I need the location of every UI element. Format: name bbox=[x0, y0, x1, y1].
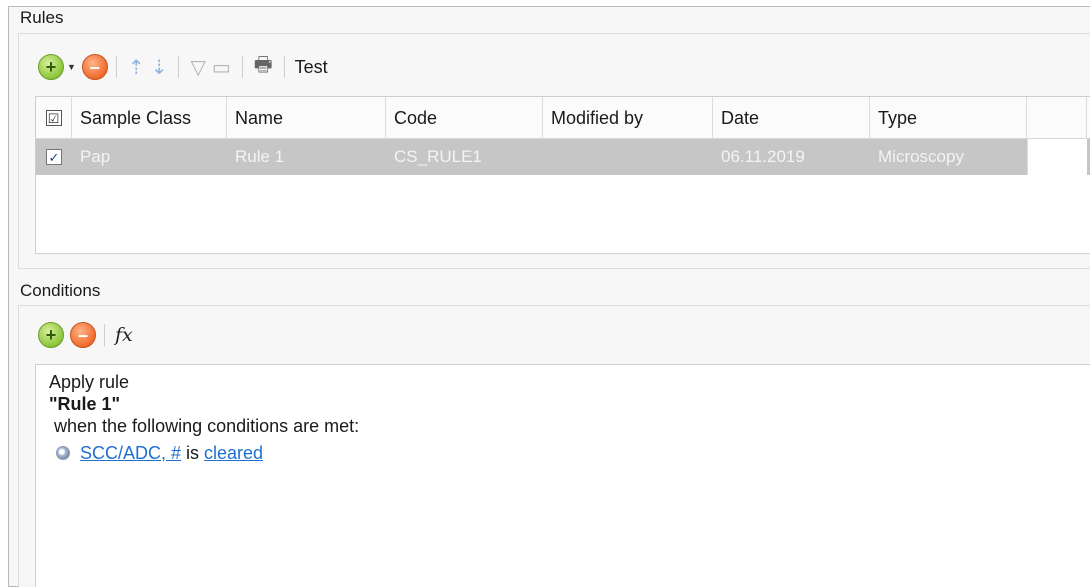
cell-name: Rule 1 bbox=[235, 147, 285, 166]
table-row[interactable]: ✓ Pap Rule 1 CS_RULE1 06.11.2019 Microsc… bbox=[36, 139, 1090, 175]
rules-title: Rules bbox=[20, 8, 64, 27]
column-header-sample-class[interactable]: Sample Class bbox=[72, 97, 227, 139]
column-header-filler bbox=[1027, 97, 1087, 139]
select-all-checkbox[interactable]: ☑ bbox=[45, 110, 62, 126]
remove-condition-icon[interactable]: – bbox=[70, 322, 96, 348]
column-header-date[interactable]: Date bbox=[713, 97, 870, 139]
column-header-modified-by[interactable]: Modified by bbox=[543, 97, 713, 139]
condition-value-link[interactable]: cleared bbox=[204, 442, 263, 464]
table-header: ☑ Sample Class Name Code Modified by Dat… bbox=[36, 97, 1090, 139]
rule-name-text: "Rule 1" bbox=[49, 394, 121, 414]
cell-type: Microscopy bbox=[878, 147, 964, 166]
cell-code: CS_RULE1 bbox=[394, 147, 482, 166]
toolbar-separator bbox=[115, 56, 117, 78]
column-header-type[interactable]: Type bbox=[870, 97, 1027, 139]
add-icon[interactable]: + bbox=[38, 54, 64, 80]
cell-filler bbox=[1027, 139, 1087, 175]
column-chooser-icon[interactable]: ▭ bbox=[212, 55, 231, 80]
condition-operator: is bbox=[186, 443, 200, 463]
rules-toolbar: + ▼ – ⇡ ⇣ ▽ ▭ 🖶 Test bbox=[38, 52, 328, 82]
add-condition-icon[interactable]: + bbox=[38, 322, 64, 348]
condition-item: SCC/ADC, # is cleared bbox=[49, 442, 1090, 464]
toolbar-separator bbox=[104, 324, 105, 346]
filter-icon[interactable]: ▽ bbox=[190, 55, 205, 80]
row-checkbox-cell[interactable]: ✓ bbox=[36, 139, 72, 175]
conditions-editor[interactable]: Apply rule "Rule 1" when the following c… bbox=[35, 364, 1090, 587]
fx-icon[interactable]: fx bbox=[115, 324, 133, 346]
when-text: when the following conditions are met: bbox=[54, 416, 360, 436]
column-header-name[interactable]: Name bbox=[227, 97, 386, 139]
conditions-title: Conditions bbox=[20, 281, 101, 300]
rules-table: ☑ Sample Class Name Code Modified by Dat… bbox=[35, 96, 1090, 254]
cell-modified-by bbox=[543, 139, 713, 175]
condition-bullet-icon[interactable] bbox=[56, 446, 70, 460]
move-up-icon[interactable]: ⇡ bbox=[128, 55, 145, 80]
column-header-code[interactable]: Code bbox=[386, 97, 543, 139]
remove-icon[interactable]: – bbox=[81, 54, 108, 80]
dropdown-caret-icon[interactable]: ▼ bbox=[67, 62, 76, 72]
test-button[interactable]: Test bbox=[295, 57, 328, 78]
toolbar-separator bbox=[178, 56, 180, 78]
print-icon[interactable]: 🖶 bbox=[254, 50, 273, 84]
select-all-checkbox-header[interactable]: ☑ bbox=[36, 97, 72, 139]
toolbar-separator bbox=[283, 56, 285, 78]
toolbar-separator bbox=[241, 56, 243, 78]
condition-field-link[interactable]: SCC/ADC, # bbox=[80, 442, 181, 464]
apply-rule-text: Apply rule bbox=[49, 372, 130, 392]
row-checkbox[interactable]: ✓ bbox=[46, 149, 62, 165]
conditions-toolbar: + – fx bbox=[38, 320, 133, 350]
move-down-icon[interactable]: ⇣ bbox=[151, 55, 168, 80]
cell-sample-class: Pap bbox=[80, 147, 111, 166]
cell-date: 06.11.2019 bbox=[721, 147, 805, 166]
